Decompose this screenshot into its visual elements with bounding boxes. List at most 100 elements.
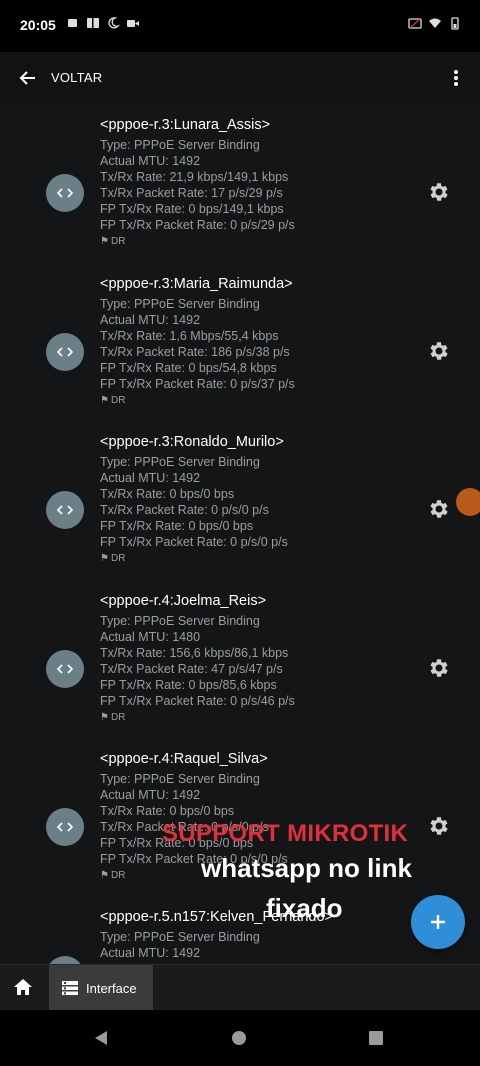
overlay-pinned-line: fixado [266,893,343,923]
item-rate: Tx/Rx Rate: 0 bps/0 bps [100,804,235,818]
item-details: <pppoe-r.5.n157:Kelven_Fernando> Type: P… [100,908,400,961]
flag-icon: ⚑ [100,236,109,247]
home-icon[interactable] [10,974,36,1000]
wifi-icon [428,16,442,30]
overlay-support-title: SUPPORT MIKROTIK [162,820,409,847]
item-rate: Tx/Rx Rate: 156,6 kbps/86,1 kbps [100,646,289,660]
item-fp-packet-rate: FP Tx/Rx Packet Rate: 0 p/s/29 p/s [100,218,295,232]
interface-code-icon [46,808,84,846]
plus-icon [431,915,445,929]
item-mtu: Actual MTU: 1492 [100,788,201,802]
item-fp-rate: FP Tx/Rx Rate: 0 bps/85,6 kbps [100,678,277,692]
interface-name: <pppoe-r.3:Lunara_Assis> [100,117,271,133]
item-type: Type: PPPoE Server Binding [100,614,260,628]
item-flag: ⚑ DR [100,552,400,566]
item-flag: ⚑ DR [100,711,400,725]
item-details: <pppoe-r.3:Ronaldo_Murilo> Type: PPPoE S… [100,433,400,566]
interface-name: <pppoe-r.3:Ronaldo_Murilo> [100,434,284,450]
do-not-disturb-moon-icon [106,16,121,30]
item-mtu: Actual MTU: 1492 [100,471,201,485]
flag-label: DR [110,395,126,406]
battery-icon [448,16,462,30]
flag-label: DR [110,712,126,723]
item-type: Type: PPPoE Server Binding [100,455,260,469]
item-type: Type: PPPoE Server Binding [100,138,260,152]
item-mtu: Actual MTU: 1492 [100,313,201,327]
interface-code-icon [46,491,84,529]
interface-code-icon [46,956,84,964]
tab-interface-label: Interface [86,980,137,996]
item-details: <pppoe-r.3:Maria_Raimunda> Type: PPPoE S… [100,275,400,408]
back-arrow-icon[interactable] [14,64,42,92]
item-packet-rate: Tx/Rx Packet Rate: 47 p/s/47 p/s [100,662,283,676]
gear-icon[interactable] [426,497,450,521]
interface-name: <pppoe-r.4:Raquel_Silva> [100,751,268,767]
gear-icon[interactable] [426,180,450,204]
item-mtu: Actual MTU: 1492 [100,154,201,168]
item-fp-packet-rate: FP Tx/Rx Packet Rate: 0 p/s/37 p/s [100,377,295,391]
notification-icon [66,16,80,30]
item-type: Type: PPPoE Server Binding [100,772,260,786]
gear-icon[interactable] [426,814,450,838]
item-mtu: Actual MTU: 1492 [100,946,201,960]
item-fp-packet-rate: FP Tx/Rx Packet Rate: 0 p/s/0 p/s [100,535,288,549]
nav-back-icon[interactable] [93,1030,109,1046]
list-icon [62,981,78,995]
item-rate: Tx/Rx Rate: 21,9 kbps/149,1 kbps [100,170,289,184]
interface-code-icon [46,333,84,371]
item-fp-rate: FP Tx/Rx Rate: 0 bps/0 bps [100,519,254,533]
list-item[interactable]: <pppoe-r.3:Lunara_Assis> Type: PPPoE Ser… [0,116,480,274]
more-vert-icon[interactable] [444,64,468,92]
item-packet-rate: Tx/Rx Packet Rate: 186 p/s/38 p/s [100,345,290,359]
interface-code-icon [46,650,84,688]
item-details: <pppoe-r.3:Lunara_Assis> Type: PPPoE Ser… [100,116,400,249]
nav-home-icon[interactable] [232,1031,246,1045]
interface-name: <pppoe-r.3:Maria_Raimunda> [100,276,293,292]
item-mtu: Actual MTU: 1480 [100,630,201,644]
bottom-bar: Interface [0,964,480,1011]
item-packet-rate: Tx/Rx Packet Rate: 17 p/s/29 p/s [100,186,283,200]
gear-icon[interactable] [426,339,450,363]
tab-interface[interactable]: Interface [49,965,153,1011]
list-item[interactable]: <pppoe-r.4:Joelma_Reis> Type: PPPoE Serv… [0,592,480,750]
overlay-whatsapp-line: whatsapp no link [201,853,412,883]
add-button[interactable] [411,895,465,949]
cast-icon [408,16,422,30]
nav-recents-icon[interactable] [369,1031,383,1045]
item-rate: Tx/Rx Rate: 0 bps/0 bps [100,487,235,501]
flag-label: DR [110,553,126,564]
item-fp-rate: FP Tx/Rx Rate: 0 bps/149,1 kbps [100,202,284,216]
item-packet-rate: Tx/Rx Packet Rate: 0 p/s/0 p/s [100,503,269,517]
video-camera-icon [126,16,140,30]
system-navigation-bar [0,1010,480,1066]
flag-label: DR [110,236,126,247]
status-system-icons [408,16,462,30]
item-fp-rate: FP Tx/Rx Rate: 0 bps/54,8 kbps [100,361,277,375]
item-flag: ⚑ DR [100,394,400,408]
floating-bubble-icon[interactable] [456,488,480,516]
flag-icon: ⚑ [100,712,109,723]
back-label[interactable]: VOLTAR [51,70,102,85]
flag-icon: ⚑ [100,395,109,406]
list-item[interactable]: <pppoe-r.5.n157:Kelven_Fernando> Type: P… [0,908,480,964]
gear-icon[interactable] [426,656,450,680]
item-details: <pppoe-r.4:Joelma_Reis> Type: PPPoE Serv… [100,592,400,725]
app-icon [86,16,100,30]
flag-icon: ⚑ [100,553,109,564]
list-item[interactable]: <pppoe-r.3:Maria_Raimunda> Type: PPPoE S… [0,275,480,433]
status-bar: 20:05 [0,0,480,52]
app-bar: VOLTAR [0,52,480,104]
item-type: Type: PPPoE Server Binding [100,297,260,311]
item-fp-packet-rate: FP Tx/Rx Packet Rate: 0 p/s/46 p/s [100,694,295,708]
interface-code-icon [46,174,84,212]
status-time: 20:05 [20,17,56,33]
item-rate: Tx/Rx Rate: 1,6 Mbps/55,4 kbps [100,329,279,343]
list-item[interactable]: <pppoe-r.3:Ronaldo_Murilo> Type: PPPoE S… [0,433,480,591]
flag-icon: ⚑ [100,870,109,881]
status-notification-icons [66,16,140,30]
item-type: Type: PPPoE Server Binding [100,930,260,944]
item-flag: ⚑ DR [100,235,400,249]
interface-name: <pppoe-r.5.n157:Kelven_Fernando> [100,909,333,925]
flag-label: DR [110,870,126,881]
interface-name: <pppoe-r.4:Joelma_Reis> [100,593,267,609]
